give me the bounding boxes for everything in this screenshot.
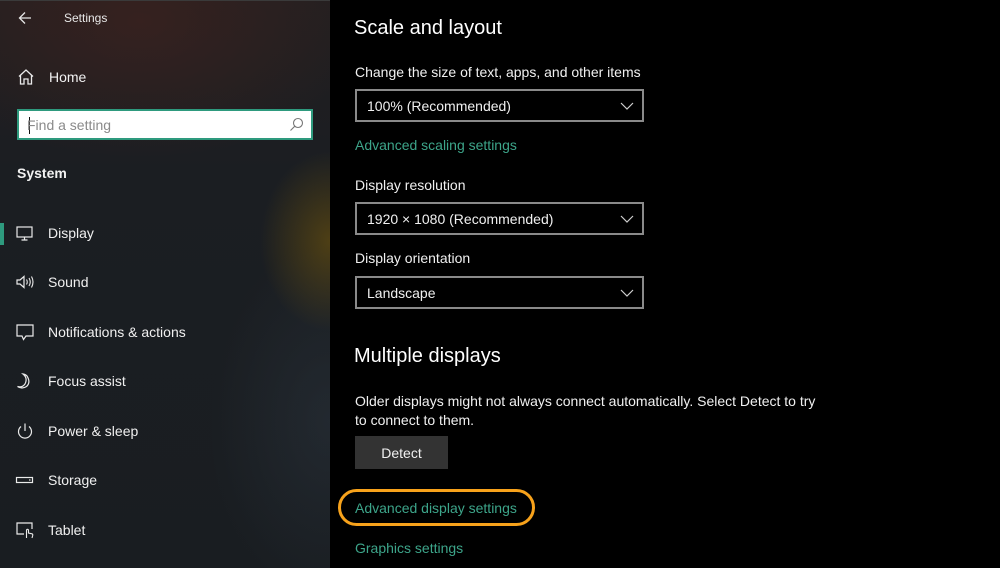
section-heading-scale-layout: Scale and layout [354, 17, 502, 39]
resolution-dropdown[interactable]: 1920 × 1080 (Recommended) [355, 202, 644, 235]
sidebar-item-label: Sound [48, 274, 89, 290]
storage-icon [15, 476, 34, 484]
search-icon[interactable] [289, 117, 304, 132]
chevron-down-icon [620, 215, 634, 223]
sidebar-item-storage[interactable]: Storage [0, 460, 330, 500]
home-icon [18, 69, 34, 85]
speaker-icon [16, 275, 34, 289]
title-bar: Settings [0, 1, 330, 37]
back-arrow-icon [18, 12, 31, 24]
sidebar-item-label: Notifications & actions [48, 324, 186, 340]
power-icon [17, 423, 33, 439]
search-box[interactable] [17, 109, 313, 140]
graphics-settings-link[interactable]: Graphics settings [355, 540, 463, 556]
multiple-displays-description: Older displays might not always connect … [355, 393, 816, 428]
resolution-dropdown-value: 1920 × 1080 (Recommended) [367, 211, 554, 227]
scale-dropdown[interactable]: 100% (Recommended) [355, 89, 644, 122]
resolution-label: Display resolution [355, 177, 466, 193]
advanced-scaling-link[interactable]: Advanced scaling settings [355, 137, 517, 153]
moon-icon [17, 373, 30, 389]
sidebar-item-label: Power & sleep [48, 423, 139, 439]
sidebar-item-tablet[interactable]: Tablet [0, 510, 330, 550]
section-title-system: System [17, 165, 67, 181]
back-button[interactable] [12, 7, 38, 29]
main-content: Scale and layout Change the size of text… [330, 0, 1000, 568]
app-title: Settings [64, 11, 108, 25]
sidebar: Settings Home System Display Sound [0, 0, 330, 568]
sidebar-item-label: Focus assist [48, 373, 126, 389]
scale-dropdown-value: 100% (Recommended) [367, 98, 511, 114]
tablet-icon [16, 522, 34, 539]
orientation-label: Display orientation [355, 250, 471, 266]
home-label: Home [49, 69, 87, 85]
size-label: Change the size of text, apps, and other… [355, 64, 641, 80]
chevron-down-icon [620, 102, 634, 110]
sidebar-item-focus-assist[interactable]: Focus assist [0, 361, 330, 401]
notification-icon [16, 324, 34, 341]
sidebar-item-label: Tablet [48, 522, 86, 538]
orientation-dropdown[interactable]: Landscape [355, 276, 644, 309]
detect-button[interactable]: Detect [355, 436, 448, 469]
sidebar-item-notifications[interactable]: Notifications & actions [0, 312, 330, 352]
selection-indicator [0, 223, 4, 245]
orientation-dropdown-value: Landscape [367, 285, 436, 301]
advanced-display-settings-link[interactable]: Advanced display settings [355, 500, 517, 516]
chevron-down-icon [620, 289, 634, 297]
search-input[interactable] [27, 115, 282, 135]
monitor-icon [16, 226, 33, 241]
sidebar-item-sound[interactable]: Sound [0, 262, 330, 302]
sidebar-item-power-sleep[interactable]: Power & sleep [0, 411, 330, 451]
section-heading-multiple-displays: Multiple displays [354, 345, 501, 367]
sidebar-item-label: Display [48, 225, 94, 241]
sidebar-item-label: Storage [48, 472, 98, 488]
sidebar-item-home[interactable]: Home [0, 63, 330, 91]
sidebar-item-display[interactable]: Display [0, 213, 330, 253]
